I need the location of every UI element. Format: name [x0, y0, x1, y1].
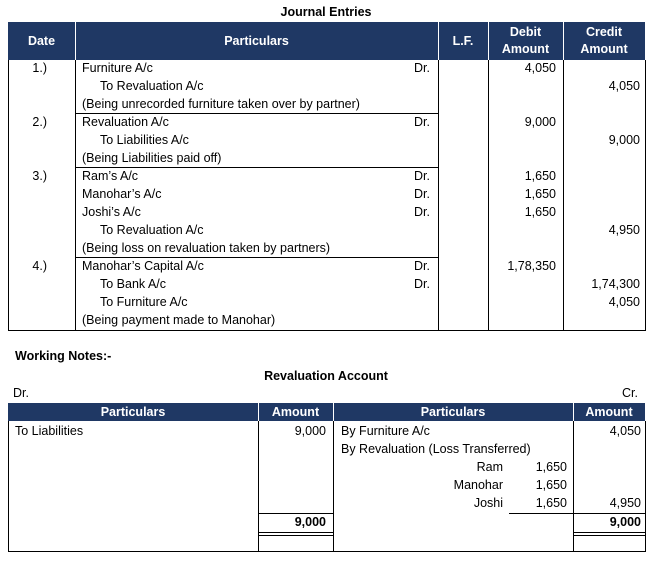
entry-date: 4.) — [32, 259, 47, 273]
header-amount-right: Amount — [573, 403, 645, 421]
dr-marker: Dr. — [414, 205, 430, 219]
header-credit: Credit Amount — [563, 22, 645, 60]
entry-line-text: Ram’s A/c — [82, 169, 139, 183]
header-particulars-left: Particulars — [8, 403, 258, 421]
partner-name: Manohar — [453, 478, 503, 492]
dr-marker: Dr. — [414, 169, 430, 183]
header-particulars-right: Particulars — [333, 403, 573, 421]
journal-title: Journal Entries — [280, 5, 372, 19]
dr-label: Dr. — [13, 386, 29, 400]
subtotal-line — [509, 513, 573, 514]
total-right: 9,000 — [609, 515, 641, 529]
entry-date: 1.) — [32, 61, 47, 75]
credit-amount: 1,74,300 — [591, 277, 640, 291]
debit-amount: 1,650 — [524, 187, 556, 201]
dr-marker: Dr. — [414, 277, 430, 291]
narration: (Being payment made to Manohar) — [82, 313, 276, 327]
entry-line-text: Revaluation A/c — [82, 115, 169, 129]
entry-line-text: To Revaluation A/c — [100, 79, 204, 93]
partner-amount: 1,650 — [535, 478, 567, 492]
entry-line-text: To Furniture A/c — [100, 295, 188, 309]
header-lf: L.F. — [438, 22, 488, 60]
narration: (Being loss on revaluation taken by part… — [82, 241, 331, 255]
entry-line-text: Joshi’s A/c — [82, 205, 141, 219]
partner-amount: 1,650 — [535, 496, 567, 510]
partner-name: Joshi — [473, 496, 503, 510]
debit-amount: 9,000 — [524, 115, 556, 129]
working-notes-label: Working Notes:- — [15, 349, 112, 363]
dr-marker: Dr. — [414, 187, 430, 201]
header-particulars: Particulars — [75, 22, 438, 60]
ledger-left-amount: 9,000 — [294, 424, 326, 438]
entry-line-text: Furniture A/c — [82, 61, 153, 75]
dr-marker: Dr. — [414, 61, 430, 75]
partners-total: 4,950 — [609, 496, 641, 510]
narration: (Being Liabilities paid off) — [82, 151, 222, 165]
ledger-right-item: By Revaluation (Loss Transferred) — [341, 442, 531, 456]
entry-line-text: To Bank A/c — [100, 277, 167, 291]
header-date: Date — [8, 22, 75, 60]
dr-marker: Dr. — [414, 259, 430, 273]
credit-amount: 4,950 — [608, 223, 640, 237]
credit-amount: 9,000 — [608, 133, 640, 147]
entry-line-text: Manohar’s Capital A/c — [82, 259, 204, 273]
dr-marker: Dr. — [414, 115, 430, 129]
partner-amount: 1,650 — [535, 460, 567, 474]
credit-amount: 4,050 — [608, 79, 640, 93]
ledger-left-item: To Liabilities — [15, 424, 84, 438]
debit-amount: 1,78,350 — [507, 259, 556, 273]
credit-amount: 4,050 — [608, 295, 640, 309]
header-debit: Debit Amount — [488, 22, 563, 60]
cr-label: Cr. — [622, 386, 638, 400]
narration: (Being unrecorded furniture taken over b… — [82, 97, 360, 111]
debit-amount: 4,050 — [524, 61, 556, 75]
ledger-right-item: By Furniture A/c — [341, 424, 430, 438]
entry-date: 2.) — [32, 115, 47, 129]
entry-line-text: To Revaluation A/c — [100, 223, 204, 237]
header-amount-left: Amount — [258, 403, 333, 421]
debit-amount: 1,650 — [524, 169, 556, 183]
entry-line-text: To Liabilities A/c — [100, 133, 189, 147]
partner-name: Ram — [476, 460, 503, 474]
entry-date: 3.) — [32, 169, 47, 183]
ledger-right-amount: 4,050 — [609, 424, 641, 438]
account-title: Revaluation Account — [264, 369, 388, 383]
total-left: 9,000 — [294, 515, 326, 529]
entry-line-text: Manohar’s A/c — [82, 187, 162, 201]
debit-amount: 1,650 — [524, 205, 556, 219]
